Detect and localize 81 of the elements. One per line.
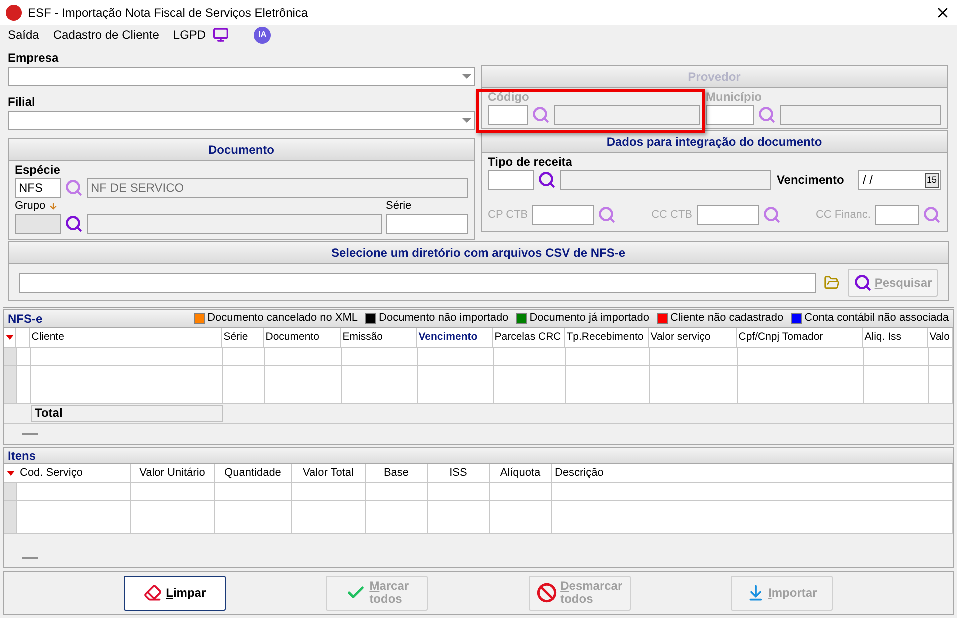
revenue-type-field[interactable] <box>488 170 534 190</box>
legend-label: Documento não importado <box>379 311 509 326</box>
column-header[interactable]: Série <box>222 328 264 347</box>
section-title: NFS-e <box>8 310 43 328</box>
table-row[interactable] <box>4 501 953 534</box>
column-header[interactable]: Cliente <box>30 328 222 347</box>
series-field[interactable] <box>386 214 468 234</box>
section-title: Itens <box>8 448 36 464</box>
search-icon[interactable] <box>65 215 83 233</box>
column-header[interactable]: Cpf/Cnpj Tomador <box>736 328 863 347</box>
menu-item[interactable]: Saída <box>8 26 40 44</box>
menu-item[interactable]: Cadastro de Cliente <box>53 26 160 44</box>
column-header[interactable]: Valor Unitário <box>131 464 215 482</box>
column-header[interactable]: Alíquota <box>490 464 552 482</box>
account-field[interactable] <box>875 205 919 225</box>
field-label: Grupo <box>15 200 46 213</box>
account-field[interactable] <box>532 205 594 225</box>
field-label: Filial <box>8 95 36 109</box>
column-header[interactable]: Parcelas CRC <box>492 328 565 347</box>
column-header[interactable]: Quantidade <box>215 464 292 482</box>
arrow-down-icon <box>48 202 58 211</box>
eraser-icon <box>144 584 162 602</box>
company-dropdown[interactable] <box>8 67 475 86</box>
app-logo-icon <box>6 4 22 20</box>
field-label: Município <box>706 90 763 104</box>
sort-arrow-icon <box>6 470 14 476</box>
table-row[interactable] <box>4 348 953 366</box>
sort-arrow-icon <box>6 335 14 340</box>
ia-badge[interactable]: IA <box>254 26 272 44</box>
folder-icon[interactable] <box>824 275 840 291</box>
calendar-button[interactable]: 15 <box>924 172 939 188</box>
group-header: Dados para integração do documento <box>482 131 947 153</box>
column-header[interactable]: Vencimento <box>416 328 493 347</box>
field-label: CC CTB <box>652 208 693 223</box>
column-header[interactable]: Aliq. Iss <box>862 328 928 347</box>
column-header[interactable]: Emissão <box>340 328 417 347</box>
column-header[interactable]: Tp.Recebimento <box>564 328 649 347</box>
group-header: Selecione um diretório com arquivos CSV de NFS-e <box>9 242 948 264</box>
field-label: Empresa <box>8 51 60 65</box>
species-code-field[interactable]: NFS <box>15 178 61 198</box>
account-field[interactable] <box>696 205 759 225</box>
legend-label: Conta contábil não associada <box>804 311 949 326</box>
field-label: CC Financ. <box>816 208 871 223</box>
monitor-icon[interactable] <box>212 27 230 43</box>
search-icon[interactable] <box>538 171 556 189</box>
group-description-field[interactable] <box>87 214 382 234</box>
table-row[interactable] <box>4 483 953 501</box>
search-icon <box>854 274 872 292</box>
column-header[interactable]: Base <box>366 464 428 482</box>
no-entry-icon <box>536 583 557 603</box>
revenue-description-field[interactable] <box>560 170 771 190</box>
field-label: Série <box>386 200 413 213</box>
field-label: Tipo de receita <box>488 155 574 169</box>
legend-label: Documento cancelado no XML <box>208 311 358 326</box>
menu-item[interactable]: LGPD <box>173 26 206 44</box>
group-header: Provedor <box>482 66 947 88</box>
legend-label: Documento já importado <box>530 311 650 326</box>
group-code-field[interactable] <box>15 214 61 234</box>
group-header: Documento <box>9 139 474 161</box>
column-header[interactable]: Descrição <box>552 464 953 482</box>
dropdown-arrow-icon <box>462 74 472 79</box>
action-button[interactable]: Limpar <box>124 576 226 610</box>
total-label: Total <box>31 405 223 422</box>
window-title: ESF - Importação Nota Fiscal de Serviços Eletrônica <box>28 4 308 22</box>
legend-label: Cliente não cadastrado <box>670 311 784 326</box>
column-header[interactable]: ISS <box>428 464 490 482</box>
due-date-field[interactable]: / / 15 <box>858 170 941 190</box>
branch-dropdown[interactable] <box>8 111 475 130</box>
field-label: CP CTB <box>488 208 528 223</box>
directory-path-field[interactable] <box>19 273 816 293</box>
species-description-field[interactable]: NF DE SERVICO <box>87 178 468 198</box>
column-header[interactable]: Valor Total <box>292 464 366 482</box>
field-label: Vencimento <box>776 172 846 189</box>
field-label: Código <box>488 90 530 104</box>
column-header[interactable]: Valor serviço <box>648 328 737 347</box>
dropdown-arrow-icon <box>462 118 472 123</box>
field-label: Espécie <box>15 163 62 177</box>
column-header[interactable]: Valo <box>928 328 953 347</box>
table-row[interactable] <box>4 366 953 404</box>
column-header[interactable]: Cod. Serviço <box>17 464 131 482</box>
column-header[interactable]: Documento <box>264 328 341 347</box>
